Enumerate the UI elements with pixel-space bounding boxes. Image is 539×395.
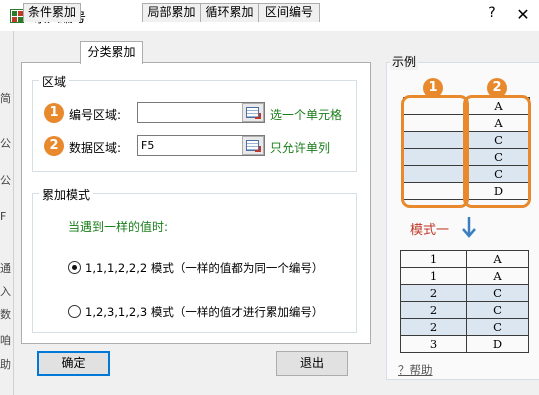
- bg-fragment: 公: [0, 137, 11, 150]
- example-after-table: 1A 1A 2C 2C 2C 3D: [400, 250, 529, 353]
- ok-button[interactable]: 确定: [37, 351, 110, 376]
- background-app-strip: 简 公 公 F 通 入 数 咱 助: [0, 0, 14, 395]
- column-2-highlight: [463, 95, 531, 208]
- numbered-area-hint: 选一个单元格: [270, 108, 343, 122]
- area-groupbox: 区域: [32, 73, 357, 172]
- table-cell: 1: [400, 267, 467, 285]
- badge-1: 1: [44, 103, 64, 123]
- mode-group-title: 累加模式: [39, 186, 94, 203]
- table-cell: 2: [400, 284, 467, 302]
- table-cell: 2: [400, 301, 467, 319]
- example-title: 示例: [390, 53, 419, 70]
- close-button[interactable]: ✕: [514, 5, 532, 25]
- tab-partial-accumulate[interactable]: 局部累加: [142, 3, 201, 22]
- column-1-highlight: [401, 95, 469, 208]
- example-badge-1: 1: [423, 78, 443, 98]
- mode-1-label[interactable]: 1,1,1,2,2,2 模式（一样的值都为同一个编号）: [85, 260, 323, 276]
- tab-category-accumulate[interactable]: 分类累加: [80, 41, 143, 64]
- tab-interval-numbering[interactable]: 区间编号: [258, 3, 320, 22]
- example-badge-2: 2: [487, 78, 507, 98]
- badge-2: 2: [44, 136, 64, 156]
- data-area-label: 数据区域:: [69, 141, 122, 155]
- mode-1-radio[interactable]: [68, 261, 81, 274]
- bg-fragment: F: [0, 210, 7, 223]
- mode-2-radio[interactable]: [68, 305, 81, 318]
- bg-fragment: 通: [0, 262, 11, 275]
- bg-fragment: 入: [0, 285, 11, 298]
- table-cell: 1: [400, 250, 467, 268]
- bg-fragment: 咱: [0, 334, 11, 347]
- data-area-hint: 只允许单列: [270, 141, 331, 155]
- table-cell: 2: [400, 318, 467, 336]
- table-cell: C: [466, 301, 529, 319]
- bg-fragment: 简: [0, 92, 11, 105]
- table-cell: C: [466, 284, 529, 302]
- data-area-picker-button[interactable]: [242, 136, 264, 155]
- bg-fragment: 数: [0, 308, 11, 321]
- mode-prompt: 当遇到一样的值时:: [68, 220, 169, 234]
- table-cell: D: [466, 335, 529, 353]
- numbered-area-picker-button[interactable]: [242, 103, 264, 122]
- help-button[interactable]: ?: [483, 5, 501, 25]
- bg-fragment: 助: [0, 358, 11, 371]
- tab-loop-accumulate[interactable]: 循环累加: [200, 3, 259, 22]
- numbered-area-label: 编号区域:: [69, 108, 122, 122]
- table-cell: 3: [400, 335, 467, 353]
- table-cell: C: [466, 318, 529, 336]
- area-group-title: 区域: [39, 73, 70, 90]
- exit-button[interactable]: 退出: [276, 351, 348, 376]
- table-cell: A: [466, 250, 529, 268]
- bg-fragment: 公: [0, 174, 11, 187]
- spreadsheet-app-icon: [10, 9, 24, 23]
- help-link[interactable]: ？帮助: [398, 362, 433, 378]
- tab-conditional-accumulate[interactable]: 条件累加: [23, 3, 81, 22]
- down-arrow-icon: [462, 217, 476, 238]
- mode-one-label: 模式一: [410, 223, 450, 238]
- mode-2-label[interactable]: 1,2,3,1,2,3 模式（一样的值才进行累加编号）: [85, 304, 323, 320]
- table-cell: A: [466, 267, 529, 285]
